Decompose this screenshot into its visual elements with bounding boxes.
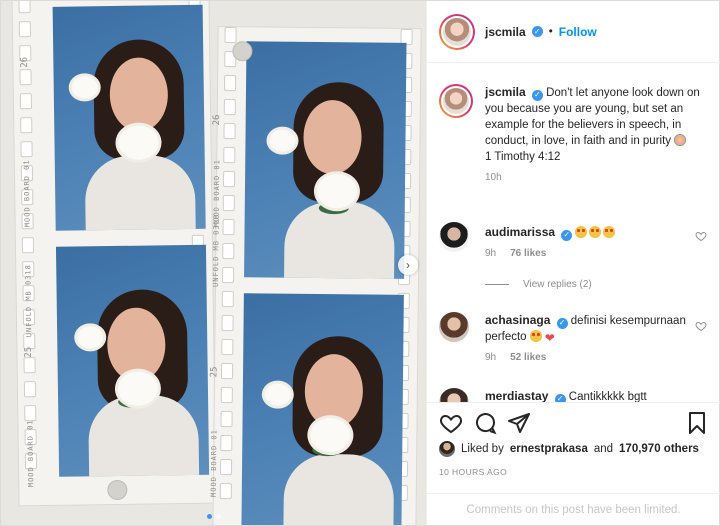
verified-badge-icon: ✓ bbox=[531, 26, 543, 37]
star-struck-emoji bbox=[575, 226, 588, 238]
comment-username[interactable]: merdiastay bbox=[485, 389, 548, 402]
liked-by: Liked by ernestprakasa and 170,970 other… bbox=[439, 441, 699, 457]
like-comment-heart-icon[interactable] bbox=[695, 320, 707, 332]
liker-avatar[interactable] bbox=[439, 441, 455, 457]
frame-number: 26 bbox=[19, 56, 30, 68]
avatar-image bbox=[443, 88, 469, 114]
film-peg bbox=[107, 479, 128, 501]
comment-meta: 9h 52 likes bbox=[485, 352, 711, 363]
comment-time[interactable]: 9h bbox=[485, 352, 496, 363]
avatar-image bbox=[443, 17, 471, 46]
action-icons-row bbox=[439, 411, 709, 435]
view-replies-button[interactable]: View replies (2) bbox=[485, 279, 592, 290]
caption-meta: 10h bbox=[485, 172, 711, 183]
likes-count-button[interactable]: 170,970 others bbox=[619, 443, 699, 455]
comments-limited-notice: Comments on this post have been limited. bbox=[427, 493, 720, 525]
comment-item: merdiastay ✓ Cantikkkkk bgtt bbox=[439, 388, 711, 402]
post-header: jscmila ✓ • Follow bbox=[427, 1, 720, 63]
comment-bubble-icon[interactable] bbox=[473, 411, 497, 435]
like-comment-heart-icon[interactable] bbox=[695, 230, 707, 242]
comment-likes[interactable]: 52 likes bbox=[510, 352, 546, 363]
film-stamp: MOOD BOARD 01 bbox=[209, 429, 219, 497]
film-holes bbox=[219, 27, 238, 525]
comment-likes[interactable]: 76 likes bbox=[510, 248, 546, 259]
liked-by-user[interactable]: ernestprakasa bbox=[510, 443, 588, 455]
film-peg bbox=[232, 41, 253, 62]
star-struck-emoji bbox=[603, 226, 616, 238]
liked-by-and: and bbox=[593, 443, 614, 455]
save-bookmark-icon[interactable] bbox=[685, 411, 709, 435]
like-heart-icon[interactable] bbox=[439, 411, 463, 435]
blossom-emoji bbox=[674, 134, 687, 146]
share-paper-plane-icon[interactable] bbox=[507, 411, 531, 435]
avatar[interactable] bbox=[439, 13, 475, 50]
comment-username[interactable]: achasinaga bbox=[485, 313, 550, 327]
liked-by-prefix: Liked by bbox=[461, 443, 504, 455]
carousel-dot-active bbox=[206, 514, 212, 519]
separator: • bbox=[548, 25, 553, 38]
carousel-dots bbox=[206, 514, 221, 519]
carousel-dot bbox=[215, 514, 221, 519]
caption-reference: 1 Timothy 4:12 bbox=[485, 151, 561, 163]
film-stamp: MOOD BOARD 01 bbox=[22, 159, 32, 228]
follow-button[interactable]: Follow bbox=[559, 25, 597, 39]
replies-divider bbox=[485, 284, 509, 285]
film-strip-left: 26 25 MOOD BOARD 01 UNFOLD MB 0318 MOOD … bbox=[11, 1, 217, 507]
next-photo-button[interactable]: › bbox=[398, 255, 418, 275]
comment-time[interactable]: 9h bbox=[485, 248, 496, 259]
film-stamp: MOOD BOARD 01 bbox=[212, 159, 222, 227]
chevron-right-icon: › bbox=[406, 258, 410, 272]
avatar[interactable] bbox=[439, 222, 469, 252]
avatar[interactable] bbox=[439, 84, 473, 118]
view-replies-label: View replies (2) bbox=[523, 279, 592, 290]
avatar[interactable] bbox=[439, 312, 469, 342]
verified-badge-icon: ✓ bbox=[561, 229, 573, 241]
instagram-post-modal: 26 25 MOOD BOARD 01 UNFOLD MB 0318 MOOD … bbox=[0, 0, 720, 526]
verified-badge-icon: ✓ bbox=[531, 89, 543, 101]
frame-number: 25 bbox=[209, 366, 220, 378]
frame-number: 26 bbox=[212, 114, 223, 126]
author-username[interactable]: jscmila bbox=[485, 25, 526, 39]
comment-text: Cantikkkkk bgtt bbox=[568, 391, 647, 402]
film-strip-right: 26 25 UNFOLD MB 0318 MOOD BOARD 01 MOOD … bbox=[209, 25, 422, 525]
caption-username[interactable]: jscmila bbox=[485, 85, 526, 99]
caption: jscmila ✓ Don't let anyone look down on … bbox=[439, 84, 711, 183]
post-timestamp[interactable]: 10 HOURS AGO bbox=[439, 467, 507, 477]
avatar[interactable] bbox=[439, 388, 469, 402]
comment-body: achasinaga ✓ definisi kesempurnaan perfe… bbox=[485, 312, 711, 345]
comment-body: audimarissa ✓ bbox=[485, 222, 711, 241]
red-heart-emoji: ❤ bbox=[544, 331, 555, 345]
film-stamp: MOOD BOARD 01 bbox=[26, 419, 36, 488]
film-stamp: UNFOLD MB 0318 bbox=[24, 264, 34, 338]
comment-item: achasinaga ✓ definisi kesempurnaan perfe… bbox=[439, 312, 711, 363]
star-struck-emoji bbox=[529, 330, 542, 342]
comments-list[interactable]: jscmila ✓ Don't let anyone look down on … bbox=[427, 64, 720, 402]
comment-body: merdiastay ✓ Cantikkkkk bgtt bbox=[485, 388, 711, 402]
post-actions: Liked by ernestprakasa and 170,970 other… bbox=[427, 402, 720, 524]
verified-badge-icon: ✓ bbox=[554, 393, 566, 402]
caption-body: jscmila ✓ Don't let anyone look down on … bbox=[485, 84, 711, 165]
post-photo[interactable]: 26 25 MOOD BOARD 01 UNFOLD MB 0318 MOOD … bbox=[1, 1, 426, 525]
film-frame-photo bbox=[52, 4, 206, 231]
post-side-panel: jscmila ✓ • Follow jscmila ✓ Don't let a… bbox=[426, 1, 720, 525]
comment-item: audimarissa ✓ 9h 76 likes bbox=[439, 222, 711, 259]
post-header-info: jscmila ✓ • Follow bbox=[485, 25, 597, 39]
frame-number: 25 bbox=[23, 346, 34, 358]
film-frame-photo bbox=[241, 293, 404, 525]
verified-badge-icon: ✓ bbox=[556, 317, 568, 329]
film-frame-photo bbox=[244, 41, 407, 279]
comment-username[interactable]: audimarissa bbox=[485, 225, 555, 239]
comment-meta: 9h 76 likes bbox=[485, 248, 711, 259]
star-struck-emoji bbox=[589, 226, 602, 238]
film-frame-photo bbox=[55, 244, 210, 477]
caption-time[interactable]: 10h bbox=[485, 172, 502, 183]
